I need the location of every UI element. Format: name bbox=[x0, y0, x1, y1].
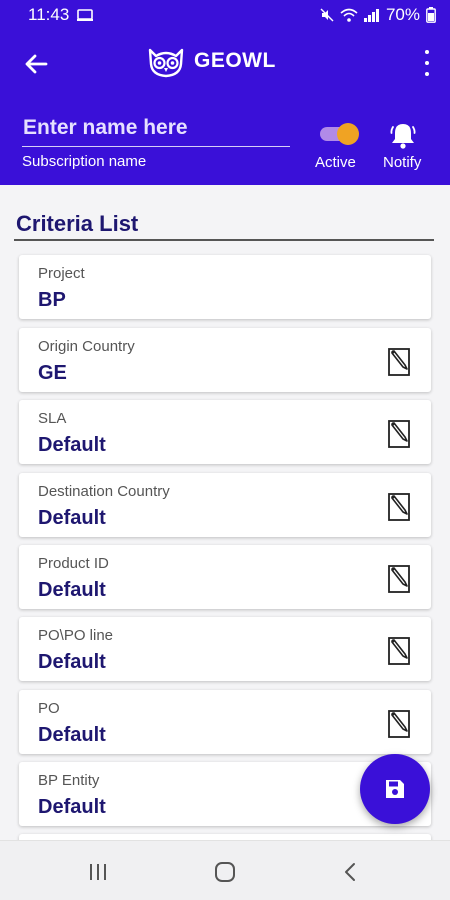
wifi-icon bbox=[340, 8, 358, 22]
save-button[interactable] bbox=[360, 754, 430, 824]
criteria-value: Default bbox=[38, 434, 106, 456]
criteria-list-title: Criteria List bbox=[16, 211, 139, 236]
active-toggle[interactable] bbox=[318, 123, 360, 145]
criteria-label: Project bbox=[38, 265, 85, 282]
subscription-name-label: Subscription name bbox=[22, 153, 147, 170]
signal-icon bbox=[363, 9, 379, 22]
kebab-menu-icon[interactable] bbox=[422, 50, 432, 76]
edit-note-icon[interactable] bbox=[387, 634, 413, 666]
criteria-label: Product ID bbox=[38, 555, 109, 572]
app-bar: GEOWL Subscription name Active Notify bbox=[0, 30, 450, 185]
title-divider bbox=[14, 239, 434, 241]
status-right: 70% bbox=[320, 5, 436, 25]
active-label: Active bbox=[315, 154, 356, 171]
notify-label: Notify bbox=[383, 154, 422, 171]
criteria-item-sla[interactable]: SLA Default bbox=[19, 400, 431, 464]
criteria-value: GE bbox=[38, 362, 67, 384]
edit-note-icon[interactable] bbox=[387, 417, 413, 449]
arrow-left-icon[interactable] bbox=[22, 50, 50, 78]
criteria-value: Default bbox=[38, 651, 106, 673]
criteria-item-po[interactable]: PO Default bbox=[19, 690, 431, 754]
criteria-value: Default bbox=[38, 507, 106, 529]
criteria-item-po-po-line[interactable]: PO\PO line Default bbox=[19, 617, 431, 681]
criteria-label: SLA bbox=[38, 410, 67, 427]
criteria-item-destination-country[interactable]: Destination Country Default bbox=[19, 473, 431, 537]
system-nav-bar bbox=[0, 840, 450, 900]
status-bar: 11:43 70% bbox=[0, 0, 450, 30]
criteria-label: Destination Country bbox=[38, 483, 170, 500]
subscription-name-input[interactable] bbox=[22, 114, 290, 147]
bell-icon[interactable] bbox=[390, 121, 416, 149]
criteria-value: Default bbox=[38, 796, 106, 818]
recent-apps-icon[interactable] bbox=[83, 857, 113, 887]
battery-percent: 70% bbox=[385, 5, 420, 24]
owl-logo-icon bbox=[148, 48, 184, 78]
home-icon[interactable] bbox=[210, 857, 240, 887]
floppy-disk-icon bbox=[386, 780, 404, 798]
criteria-label: Origin Country bbox=[38, 338, 135, 355]
criteria-item-product-id[interactable]: Product ID Default bbox=[19, 545, 431, 609]
edit-note-icon[interactable] bbox=[387, 345, 413, 377]
criteria-item-project[interactable]: Project BP bbox=[19, 255, 431, 319]
edit-note-icon[interactable] bbox=[387, 490, 413, 522]
criteria-label: PO bbox=[38, 700, 60, 717]
criteria-value: Default bbox=[38, 724, 106, 746]
edit-note-icon[interactable] bbox=[387, 707, 413, 739]
criteria-item-origin-country[interactable]: Origin Country GE bbox=[19, 328, 431, 392]
criteria-label: PO\PO line bbox=[38, 627, 114, 644]
criteria-label: BP Entity bbox=[38, 772, 100, 789]
battery-icon bbox=[426, 7, 436, 23]
criteria-value: Default bbox=[38, 579, 106, 601]
brand-logo: GEOWL bbox=[146, 44, 276, 78]
back-chevron-icon[interactable] bbox=[335, 857, 365, 887]
screen-cast-icon bbox=[77, 9, 94, 21]
edit-note-icon[interactable] bbox=[387, 562, 413, 594]
criteria-content: Criteria List Project BP Origin Country … bbox=[0, 185, 450, 840]
mute-icon bbox=[320, 8, 334, 22]
brand-name: GEOWL bbox=[194, 49, 276, 72]
status-time: 11:43 bbox=[28, 5, 70, 24]
criteria-value: BP bbox=[38, 289, 66, 311]
